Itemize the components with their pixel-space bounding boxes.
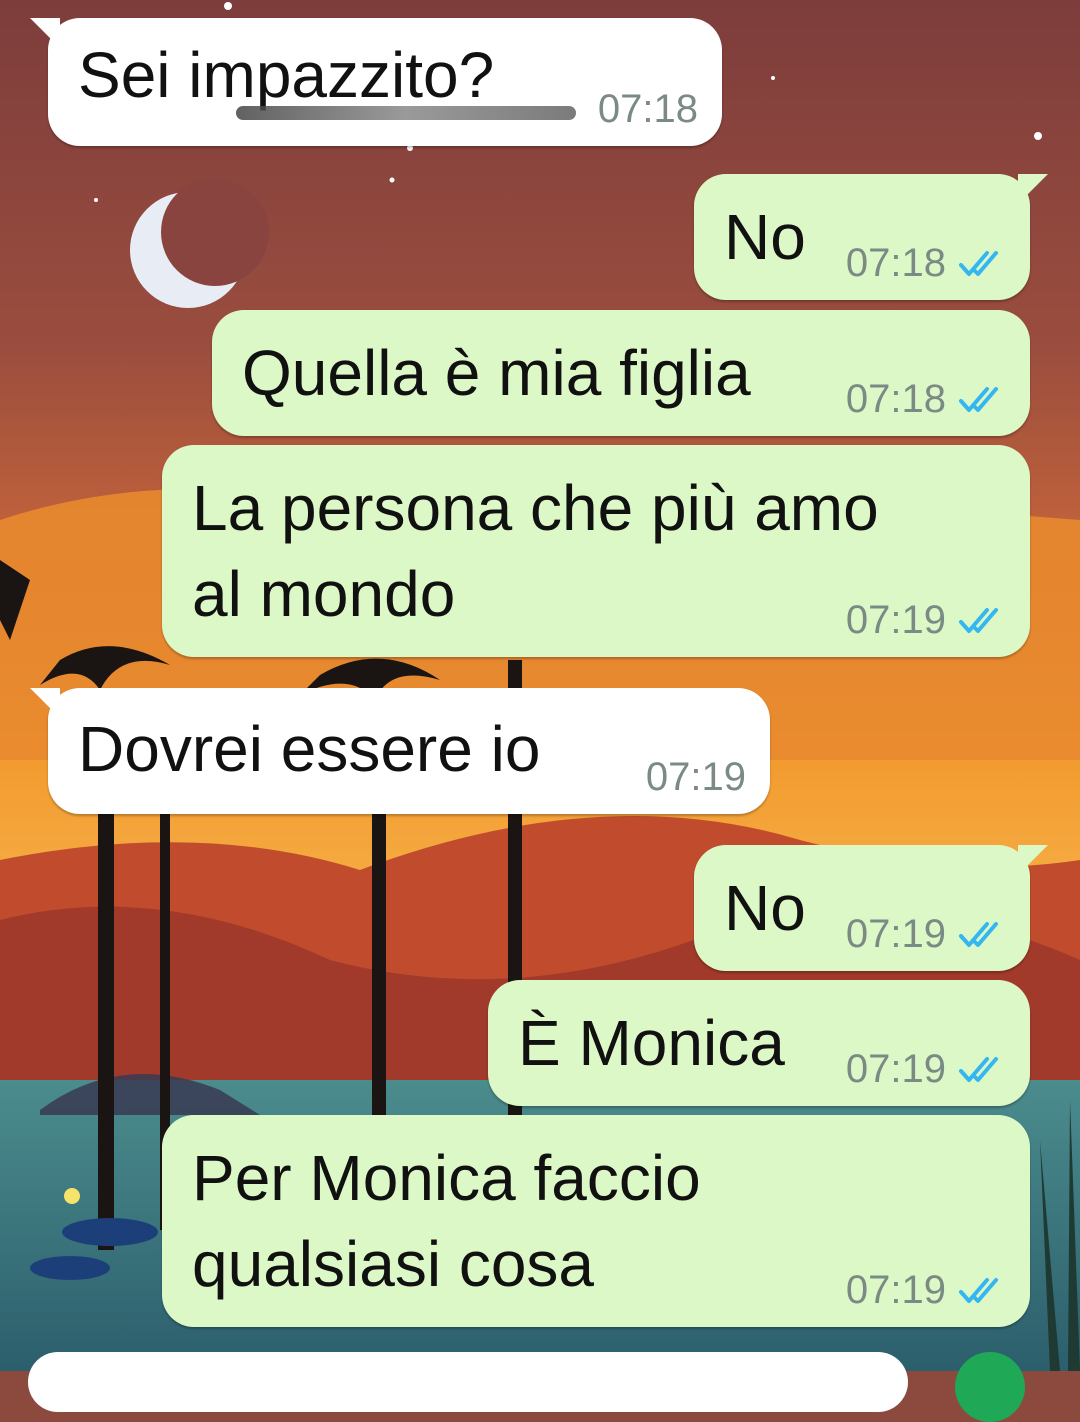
strikethrough-scribble: [236, 106, 576, 120]
bubble-tail: [1018, 174, 1048, 204]
message-bubble-outgoing[interactable]: No 07:19: [694, 845, 1048, 971]
message-meta: 07:19: [646, 755, 746, 800]
double-check-icon: [959, 1277, 998, 1303]
message-time: 07:18: [597, 87, 698, 131]
message-text: Dovrei essere io: [78, 713, 541, 785]
message-time: 07:18: [845, 377, 946, 421]
message-text: Per Monica faccio qualsiasi cosa: [192, 1142, 701, 1300]
double-check-icon: [959, 607, 998, 633]
message-time: 07:19: [845, 912, 946, 956]
message-input[interactable]: [28, 1352, 908, 1412]
message-bubble-outgoing[interactable]: Quella è mia figlia 07:18: [212, 310, 1030, 436]
message-text: La persona che più amo al mondo: [192, 472, 879, 630]
mic-button[interactable]: [955, 1352, 1025, 1422]
message-meta: 07:18: [846, 377, 1004, 422]
message-time: 07:19: [645, 755, 746, 799]
double-check-icon: [959, 386, 998, 412]
message-bubble-outgoing[interactable]: No 07:18: [694, 174, 1048, 300]
double-check-icon: [959, 250, 998, 276]
message-text: È Monica: [518, 1007, 785, 1079]
message-bubble-outgoing[interactable]: Per Monica faccio qualsiasi cosa 07:19: [162, 1115, 1030, 1327]
message-meta: 07:18: [846, 241, 1004, 286]
message-bubble-incoming[interactable]: Sei impazzito? 07:18: [30, 18, 722, 146]
message-meta: 07:19: [846, 598, 1004, 643]
message-bubble-outgoing[interactable]: È Monica 07:19: [488, 980, 1030, 1106]
message-bubble-outgoing[interactable]: La persona che più amo al mondo 07:19: [162, 445, 1030, 657]
message-meta: 07:18: [598, 87, 698, 132]
double-check-icon: [959, 921, 998, 947]
message-text: Quella è mia figlia: [242, 337, 751, 409]
message-time: 07:19: [845, 598, 946, 642]
message-meta: 07:19: [846, 912, 1004, 957]
message-time: 07:19: [845, 1268, 946, 1312]
message-meta: 07:19: [846, 1268, 1004, 1313]
message-text: No: [724, 872, 806, 944]
bubble-tail: [30, 18, 60, 48]
message-meta: 07:19: [846, 1047, 1004, 1092]
bubble-tail: [1018, 845, 1048, 875]
double-check-icon: [959, 1056, 998, 1082]
message-text: No: [724, 201, 806, 273]
bubble-tail: [30, 688, 60, 718]
message-bubble-incoming[interactable]: Dovrei essere io 07:19: [30, 688, 770, 814]
message-time: 07:18: [845, 241, 946, 285]
message-time: 07:19: [845, 1047, 946, 1091]
